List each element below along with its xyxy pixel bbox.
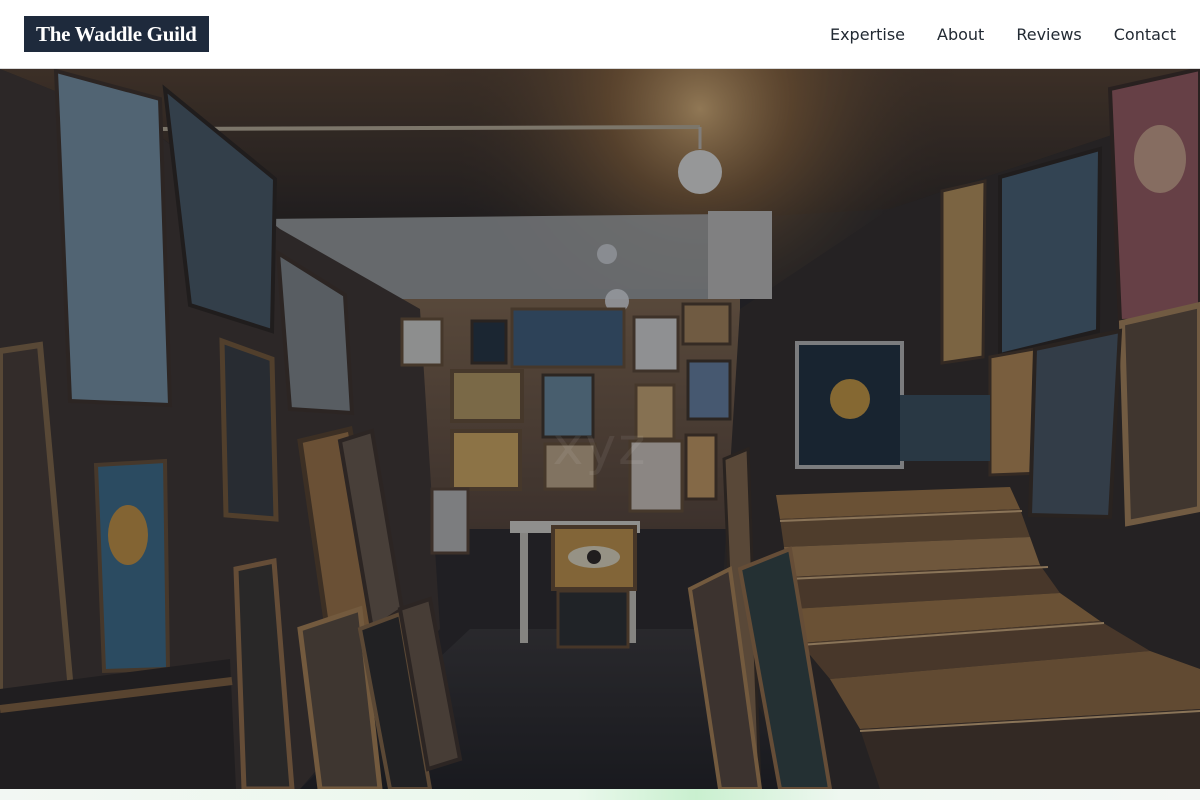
- site-header: The Waddle Guild Expertise About Reviews…: [0, 0, 1200, 69]
- main-nav: Expertise About Reviews Contact: [830, 25, 1176, 44]
- hero-section: xyz: [0, 69, 1200, 789]
- nav-link-expertise[interactable]: Expertise: [830, 25, 905, 44]
- nav-link-about[interactable]: About: [937, 25, 984, 44]
- section-divider: [0, 789, 1200, 800]
- hero-overlay: [0, 69, 1200, 789]
- nav-link-contact[interactable]: Contact: [1114, 25, 1176, 44]
- site-logo[interactable]: The Waddle Guild: [24, 16, 209, 52]
- nav-link-reviews[interactable]: Reviews: [1016, 25, 1081, 44]
